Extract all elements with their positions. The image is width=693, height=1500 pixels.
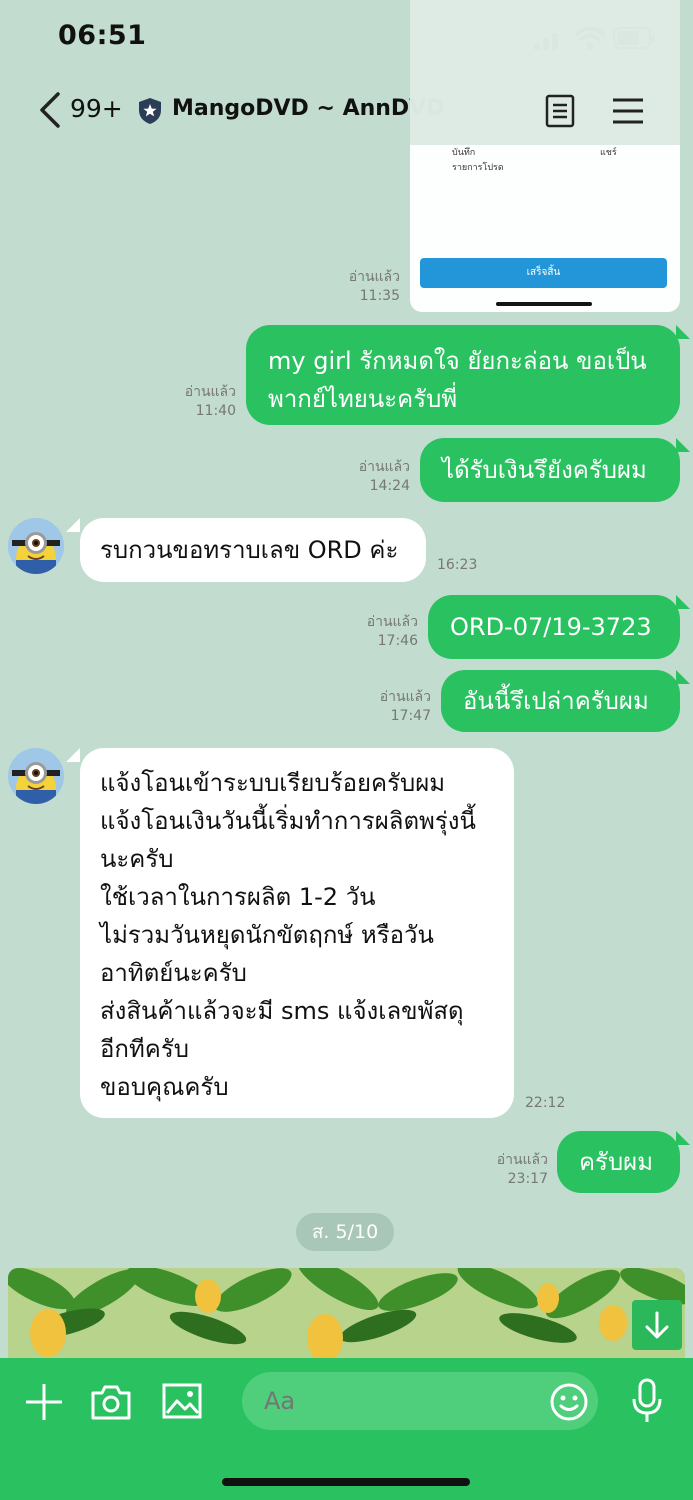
bubble-tail	[676, 1131, 690, 1145]
message-text: อาทิตย์นะครับ	[100, 959, 247, 987]
message-text: นะครับ	[100, 845, 174, 873]
message-text: ส่งสินค้าแล้วจะมี sms แจ้งเลขพัสดุ	[100, 997, 464, 1025]
scroll-down-icon	[645, 1311, 669, 1339]
message-meta: อ่านแล้ว 11:35	[330, 268, 400, 306]
message-bubble-incoming[interactable]: รบกวนขอทราบเลข ORD ค่ะ	[80, 518, 426, 582]
date-separator: ส. 5/10	[296, 1213, 394, 1251]
status-time: 06:51	[58, 20, 147, 51]
message-text: อีกทีครับ	[100, 1035, 189, 1063]
message-text: รบกวนขอทราบเลข ORD ค่ะ	[100, 536, 399, 564]
home-indicator	[222, 1478, 470, 1486]
mic-icon[interactable]	[630, 1378, 664, 1424]
message-text: ORD-07/19-3723	[450, 613, 652, 641]
mango-banner-image[interactable]	[8, 1268, 685, 1358]
shared-image[interactable]: บันทึก แชร์ รายการโปรด เสร็จสิ้น	[410, 0, 680, 312]
image-text-favorite: รายการโปรด	[452, 163, 504, 173]
message-text: ครับผม	[579, 1148, 654, 1176]
message-meta: อ่านแล้ว 11:40	[166, 383, 236, 421]
message-time: 14:24	[369, 478, 410, 494]
image-done-button: เสร็จสิ้น	[420, 258, 667, 288]
bubble-tail	[66, 518, 80, 532]
emoji-icon[interactable]	[549, 1382, 589, 1422]
message-text: ได้รับเงินรึยังครับผม	[442, 456, 647, 484]
minion-avatar-icon	[8, 518, 64, 574]
message-time: 16:23	[437, 557, 478, 573]
message-text: แจ้งโอนเงินวันนี้เริ่มทำการผลิตพรุ่งนี้	[100, 807, 476, 835]
notes-icon[interactable]	[545, 94, 575, 128]
bubble-tail	[66, 748, 80, 762]
message-text: พากย์ไทยนะครับพี่	[268, 385, 458, 413]
image-text-share: แชร์	[600, 148, 617, 158]
chat-title: MangoDVD ~ AnnDVD	[172, 96, 445, 121]
read-receipt: อ่านแล้ว	[184, 384, 236, 400]
read-receipt: อ่านแล้ว	[379, 689, 431, 705]
read-receipt: อ่านแล้ว	[358, 459, 410, 475]
plus-icon[interactable]	[24, 1382, 64, 1422]
message-bubble-outgoing[interactable]: อันนี้รึเปล่าครับผม	[441, 670, 680, 732]
image-icon[interactable]	[162, 1383, 202, 1419]
message-text: แจ้งโอนเข้าระบบเรียบร้อยครับผม	[100, 769, 446, 797]
read-receipt: อ่านแล้ว	[348, 269, 400, 285]
message-bubble-outgoing[interactable]: ครับผม	[557, 1131, 680, 1193]
message-text: อันนี้รึเปล่าครับผม	[463, 687, 649, 715]
avatar[interactable]	[8, 748, 64, 804]
bubble-tail	[676, 438, 690, 452]
image-text-save: บันทึก	[452, 148, 476, 158]
message-meta: อ่านแล้ว 17:47	[361, 688, 431, 726]
shield-icon	[139, 98, 161, 124]
message-time: 23:17	[507, 1171, 548, 1187]
message-text: ขอบคุณครับ	[100, 1073, 229, 1101]
read-receipt: อ่านแล้ว	[496, 1152, 548, 1168]
message-text: my girl รักหมดใจ ยัยกะล่อน ขอเป็น	[268, 347, 647, 375]
camera-icon[interactable]	[90, 1383, 132, 1421]
message-text: ไม่รวมวันหยุดนักขัตฤกษ์ หรือวัน	[100, 921, 434, 949]
message-bubble-outgoing[interactable]: my girl รักหมดใจ ยัยกะล่อน ขอเป็น พากย์ไ…	[246, 325, 680, 425]
message-time: 22:12	[525, 1095, 566, 1111]
message-bubble-incoming[interactable]: แจ้งโอนเข้าระบบเรียบร้อยครับผม แจ้งโอนเง…	[80, 748, 514, 1118]
message-meta: อ่านแล้ว 23:17	[478, 1151, 548, 1189]
scroll-down-button[interactable]	[632, 1300, 682, 1350]
bubble-tail	[676, 670, 690, 684]
bubble-tail	[676, 325, 690, 339]
message-input[interactable]	[242, 1372, 598, 1430]
message-time: 17:46	[377, 633, 418, 649]
menu-icon[interactable]	[612, 97, 644, 125]
avatar[interactable]	[8, 518, 64, 574]
image-home-indicator	[496, 302, 592, 306]
message-time: 11:40	[195, 403, 236, 419]
minion-avatar-icon	[8, 748, 64, 804]
message-bubble-outgoing[interactable]: ORD-07/19-3723	[428, 595, 680, 659]
message-meta: อ่านแล้ว 17:46	[348, 613, 418, 651]
mango-leaves-illustration	[8, 1268, 685, 1358]
message-time: 17:47	[390, 708, 431, 724]
back-icon[interactable]	[36, 90, 64, 130]
read-receipt: อ่านแล้ว	[366, 614, 418, 630]
message-bubble-outgoing[interactable]: ได้รับเงินรึยังครับผม	[420, 438, 680, 502]
unread-count[interactable]: 99+	[70, 94, 123, 123]
message-time: 11:35	[359, 288, 400, 304]
message-meta: อ่านแล้ว 14:24	[340, 458, 410, 496]
bubble-tail	[676, 595, 690, 609]
message-text: ใช้เวลาในการผลิต 1-2 วัน	[100, 883, 376, 911]
